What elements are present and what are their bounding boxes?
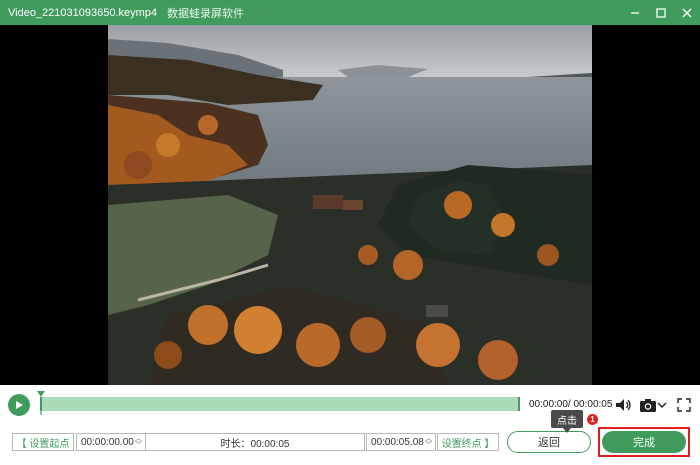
- window-title: Video_221031093650.keymp4: [8, 6, 158, 19]
- start-time-value: 00:00:00.00: [81, 436, 134, 448]
- end-time-field[interactable]: 00:00:05.08 ︿ ﹀: [366, 433, 436, 451]
- playhead-handle[interactable]: [37, 391, 45, 415]
- app-name: 数据蛙录屏软件: [167, 7, 245, 20]
- play-button[interactable]: [8, 394, 30, 416]
- controls-panel: 00:00:00/ 00:00:05: [0, 385, 700, 465]
- close-icon[interactable]: [674, 0, 700, 25]
- play-icon: [16, 401, 23, 409]
- video-preview[interactable]: [0, 25, 700, 385]
- time-display: 00:00:00/ 00:00:05: [529, 399, 613, 410]
- done-button[interactable]: 完成: [602, 431, 686, 453]
- window-controls: [622, 0, 700, 25]
- end-time-spinner[interactable]: ︿ ﹀: [425, 435, 433, 449]
- duration-display: 时长：00:00:05: [145, 433, 365, 451]
- maximize-icon[interactable]: [648, 0, 674, 25]
- fullscreen-icon[interactable]: [676, 397, 692, 413]
- start-time-spinner[interactable]: ︿ ﹀: [135, 435, 143, 449]
- timeline-track[interactable]: [40, 397, 520, 411]
- end-time-value: 00:00:05.08: [371, 436, 424, 448]
- camera-icon[interactable]: [639, 397, 657, 413]
- volume-icon[interactable]: [614, 397, 632, 413]
- set-end-button[interactable]: 设置终点 】: [437, 433, 499, 451]
- minimize-icon[interactable]: [622, 0, 648, 25]
- click-tooltip: 点击: [551, 410, 583, 433]
- chevron-down-icon[interactable]: [657, 399, 667, 411]
- video-frame: [108, 25, 592, 385]
- title-bar: Video_221031093650.keymp4 数据蛙录屏软件: [0, 0, 700, 25]
- back-button[interactable]: 返回: [507, 431, 591, 453]
- step-badge: 1: [587, 414, 598, 425]
- set-start-button[interactable]: 【 设置起点: [12, 433, 74, 451]
- start-time-field[interactable]: 00:00:00.00 ︿ ﹀: [76, 433, 146, 451]
